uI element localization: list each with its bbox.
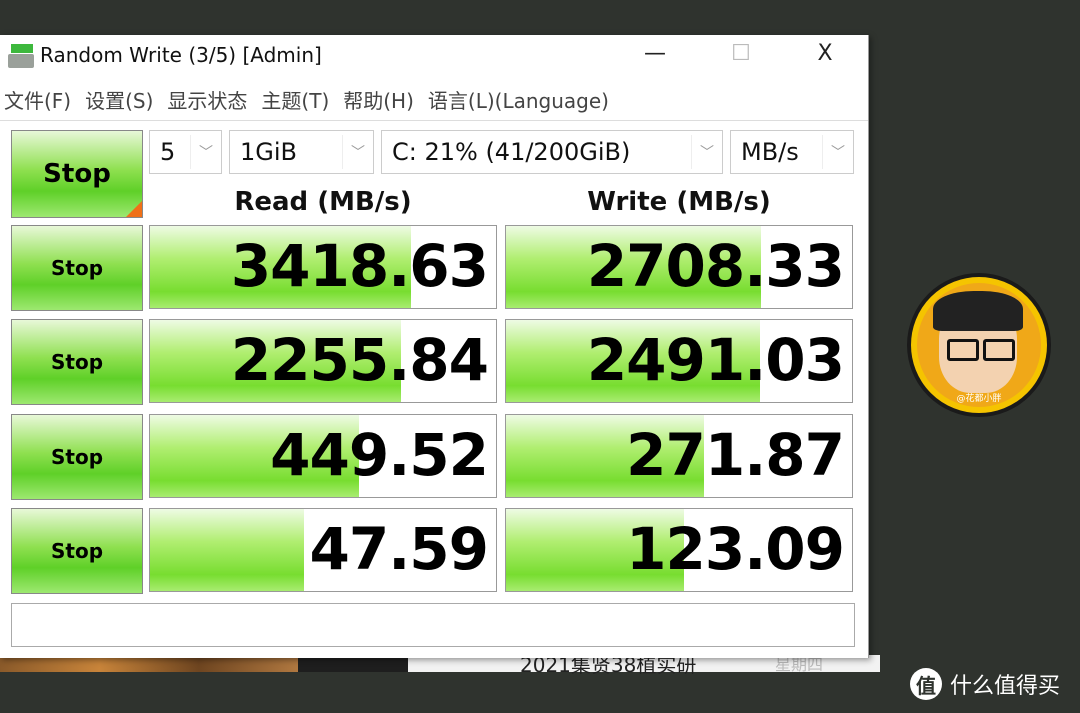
status-bar	[11, 603, 855, 647]
write-header: Write (MB/s)	[587, 187, 771, 217]
app-drive-icon	[8, 42, 34, 68]
row-stop-button[interactable]: Stop	[11, 414, 143, 500]
read-result-cell: 449.52	[149, 414, 497, 498]
write-result-cell: 271.87	[505, 414, 853, 498]
count-select[interactable]: 5 ﹀	[149, 130, 222, 174]
chevron-down-icon: ﹀	[691, 135, 722, 169]
menu-bar: 文件(F) 设置(S) 显示状态 主题(T) 帮助(H) 语言(L)(Langu…	[4, 85, 609, 114]
button-label: Stop	[43, 159, 111, 189]
unit-select[interactable]: MB/s ﹀	[730, 130, 854, 174]
button-label: Stop	[50, 350, 104, 374]
maximize-button[interactable]: ☐	[716, 39, 766, 69]
row-stop-button[interactable]: Stop	[11, 225, 143, 311]
crystaldiskmark-window: Random Write (3/5) [Admin] — ☐ X 文件(F) 设…	[0, 35, 869, 658]
watermark-logo: 值	[910, 668, 942, 700]
count-value: 5	[160, 138, 176, 166]
avatar: @花都小胖	[907, 273, 1051, 417]
size-value: 1GiB	[240, 138, 297, 166]
button-label: Stop	[50, 539, 104, 563]
write-value: 123.09	[626, 515, 845, 583]
read-result-cell: 2255.84	[149, 319, 497, 403]
size-select[interactable]: 1GiB ﹀	[229, 130, 374, 174]
menu-display[interactable]: 显示状态	[167, 85, 247, 114]
menu-settings[interactable]: 设置(S)	[85, 85, 153, 114]
button-label: Stop	[50, 445, 104, 469]
divider	[0, 120, 868, 121]
glasses-icon	[947, 339, 979, 361]
glasses-icon	[983, 339, 1015, 361]
button-label: Stop	[50, 256, 104, 280]
title-bar: Random Write (3/5) [Admin]	[8, 41, 322, 69]
menu-theme[interactable]: 主题(T)	[261, 85, 329, 114]
write-result-cell: 2491.03	[505, 319, 853, 403]
row-stop-button[interactable]: Stop	[11, 319, 143, 405]
drive-select[interactable]: C: 21% (41/200GiB) ﹀	[381, 130, 723, 174]
close-button[interactable]: X	[800, 39, 850, 69]
row-stop-button[interactable]: Stop	[11, 508, 143, 594]
write-value: 2708.33	[586, 232, 845, 300]
chevron-down-icon: ﹀	[822, 135, 853, 169]
read-value: 3418.63	[230, 232, 489, 300]
watermark-text: 什么值得买	[950, 674, 1061, 699]
write-result-cell: 123.09	[505, 508, 853, 592]
stop-all-button[interactable]: Stop	[11, 130, 143, 218]
read-header: Read (MB/s)	[234, 187, 412, 217]
read-value: 2255.84	[230, 326, 489, 394]
unit-value: MB/s	[741, 138, 799, 166]
read-result-cell: 47.59	[149, 508, 497, 592]
read-result-cell: 3418.63	[149, 225, 497, 309]
drive-value: C: 21% (41/200GiB)	[392, 138, 631, 166]
menu-file[interactable]: 文件(F)	[4, 85, 71, 114]
menu-help[interactable]: 帮助(H)	[343, 85, 414, 114]
minimize-button[interactable]: —	[630, 39, 680, 69]
write-value: 2491.03	[586, 326, 845, 394]
corner-marker	[126, 201, 142, 217]
chevron-down-icon: ﹀	[342, 135, 373, 169]
avatar-caption: @花都小胖	[956, 394, 1002, 404]
write-result-cell: 2708.33	[505, 225, 853, 309]
avatar-hair	[933, 291, 1023, 331]
read-value: 449.52	[270, 421, 489, 489]
watermark: 值 什么值得买	[910, 668, 1060, 700]
write-value: 271.87	[626, 421, 845, 489]
read-value: 47.59	[309, 515, 489, 583]
menu-language[interactable]: 语言(L)(Language)	[428, 85, 609, 114]
chevron-down-icon: ﹀	[190, 135, 221, 169]
window-title: Random Write (3/5) [Admin]	[40, 43, 322, 67]
read-bar	[150, 509, 304, 591]
